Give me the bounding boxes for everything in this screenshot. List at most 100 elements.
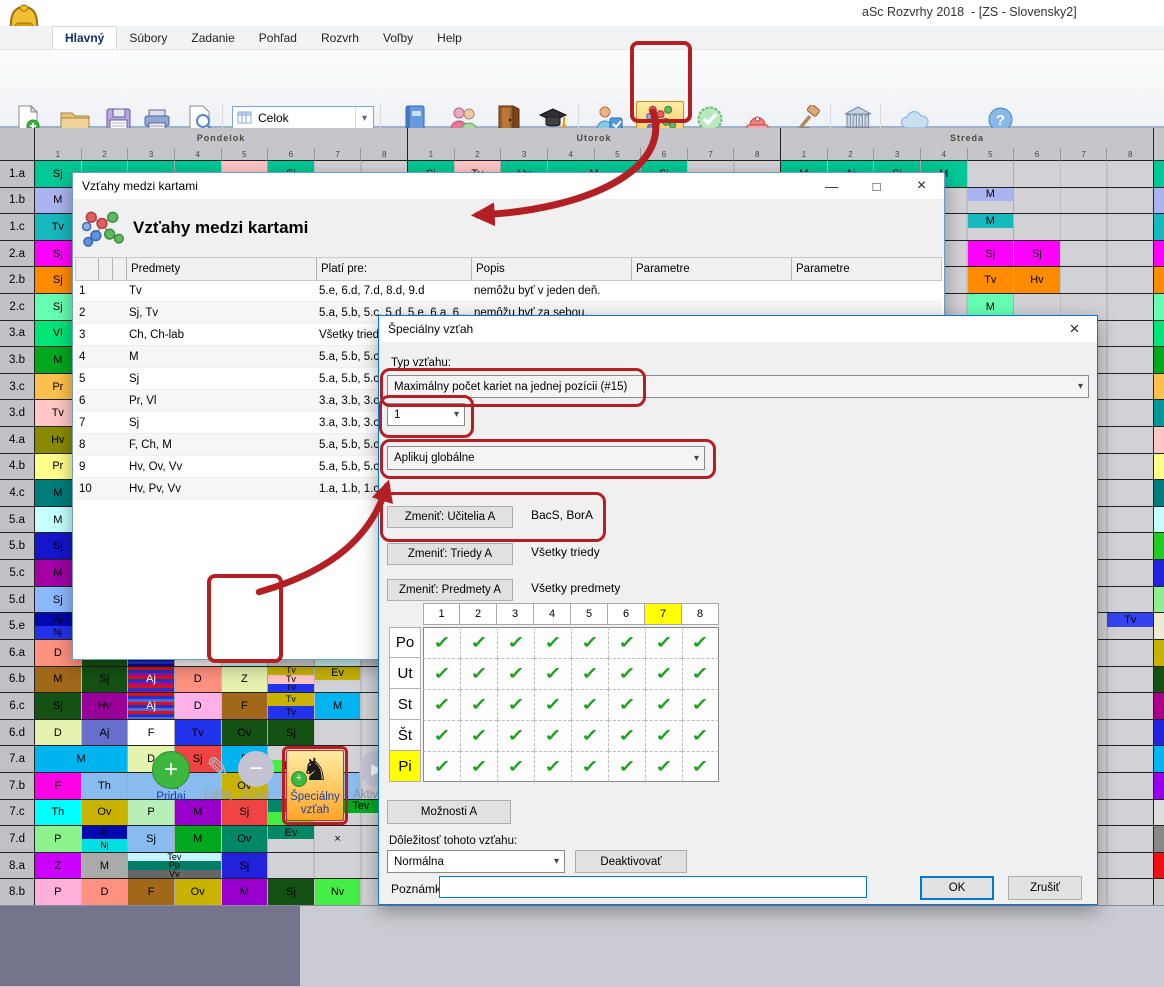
grid-check-cell[interactable]: ✓ xyxy=(460,658,497,689)
grid-check-cell[interactable]: ✓ xyxy=(571,751,608,782)
table-header-cell[interactable] xyxy=(76,258,98,280)
timetable-cell[interactable]: M xyxy=(222,879,268,905)
maximize-icon[interactable]: □ xyxy=(854,173,899,199)
timetable-subcell[interactable]: Tv xyxy=(268,706,314,719)
timetable-cell[interactable]: TevPpVv xyxy=(128,853,220,879)
grid-check-cell[interactable]: ✓ xyxy=(423,689,460,720)
timetable-cell[interactable] xyxy=(1154,533,1164,559)
timetable-cell[interactable]: Ov xyxy=(222,720,268,746)
grid-period-header[interactable]: 7 xyxy=(645,603,682,625)
grid-day-label[interactable]: Št xyxy=(389,720,421,751)
timetable-cell[interactable] xyxy=(1154,214,1164,240)
timetable-subcell[interactable]: Nj xyxy=(82,839,128,852)
table-header-cell[interactable]: Platí pre: xyxy=(316,258,471,280)
grid-check-cell[interactable]: ✓ xyxy=(682,658,719,689)
grid-check-cell[interactable]: ✓ xyxy=(571,689,608,720)
timetable-cell[interactable] xyxy=(1154,294,1164,320)
tab-zadanie[interactable]: Zadanie xyxy=(179,26,246,49)
grid-check-cell[interactable]: ✓ xyxy=(571,658,608,689)
timetable-cell[interactable] xyxy=(1154,879,1164,905)
count-dropdown[interactable]: 1 ▾ xyxy=(387,403,465,426)
timetable-cell[interactable] xyxy=(1154,241,1164,267)
timetable-cell[interactable]: Sj xyxy=(82,667,128,693)
timetable-subcell[interactable]: Tv xyxy=(268,684,314,693)
timetable-cell[interactable] xyxy=(1154,507,1164,533)
chevron-down-icon[interactable]: ▾ xyxy=(355,107,373,129)
relationship-type-dropdown[interactable]: Maximálny počet kariet na jednej pozícii… xyxy=(387,375,1089,398)
timetable-cell[interactable] xyxy=(1154,746,1164,772)
grid-check-cell[interactable]: ✓ xyxy=(423,720,460,751)
timetable-cell[interactable] xyxy=(1154,480,1164,506)
timetable-cell[interactable]: Ev xyxy=(268,826,314,839)
timetable-cell[interactable]: M xyxy=(35,746,127,772)
timetable-cell[interactable] xyxy=(1154,640,1164,666)
dialog-button-minus[interactable]: −Zmaž xyxy=(228,751,284,802)
grid-check-cell[interactable]: ✓ xyxy=(423,658,460,689)
grid-period-header[interactable]: 6 xyxy=(608,603,645,625)
timetable-cell[interactable]: Sj xyxy=(222,800,268,826)
grid-check-cell[interactable]: ✓ xyxy=(682,627,719,658)
timetable-cell[interactable]: F xyxy=(35,773,81,799)
grid-check-cell[interactable]: ✓ xyxy=(534,658,571,689)
timetable-cell[interactable]: Tv xyxy=(1107,613,1153,626)
grid-check-cell[interactable]: ✓ xyxy=(645,751,682,782)
timetable-cell[interactable]: Z xyxy=(35,853,81,879)
change-subjects-button[interactable]: Zmeniť: Predmety A xyxy=(387,579,513,601)
timetable-cell[interactable]: Z xyxy=(222,667,268,693)
grid-check-cell[interactable]: ✓ xyxy=(534,627,571,658)
timetable-cell[interactable]: M xyxy=(82,853,128,879)
grid-check-cell[interactable]: ✓ xyxy=(608,720,645,751)
timetable-cell[interactable]: D xyxy=(82,879,128,905)
grid-check-cell[interactable]: ✓ xyxy=(497,627,534,658)
grid-day-label[interactable]: Ut xyxy=(389,658,421,689)
timetable-cell[interactable]: Sj xyxy=(128,826,174,852)
grid-period-header[interactable]: 8 xyxy=(682,603,719,625)
grid-check-cell[interactable]: ✓ xyxy=(460,720,497,751)
timetable-subcell[interactable]: Tv xyxy=(268,675,314,684)
tab-rozvrh[interactable]: Rozvrh xyxy=(309,26,371,49)
timetable-cell[interactable]: Hv xyxy=(1014,267,1060,293)
grid-period-header[interactable]: 4 xyxy=(534,603,571,625)
grid-check-cell[interactable]: ✓ xyxy=(497,658,534,689)
ok-button[interactable]: OK xyxy=(920,876,994,900)
timetable-cell[interactable] xyxy=(1154,720,1164,746)
grid-check-cell[interactable]: ✓ xyxy=(608,751,645,782)
relationships-dialog-titlebar[interactable]: Vzťahy medzi kartami — □ × xyxy=(73,173,944,199)
timetable-cell[interactable] xyxy=(1154,667,1164,693)
note-input[interactable] xyxy=(439,876,867,898)
timetable-cell[interactable]: M xyxy=(175,826,221,852)
change-classes-button[interactable]: Zmeniť: Triedy A xyxy=(387,543,513,565)
grid-check-cell[interactable]: ✓ xyxy=(534,751,571,782)
timetable-cell[interactable]: TvTv xyxy=(268,693,314,719)
table-header-cell[interactable] xyxy=(112,258,126,280)
timetable-cell[interactable] xyxy=(1154,560,1164,586)
importance-dropdown[interactable]: Normálna ▾ xyxy=(387,850,565,873)
tab-pohad[interactable]: Pohľad xyxy=(247,26,309,49)
timetable-cell[interactable]: D xyxy=(175,667,221,693)
timetable-cell[interactable]: Ov xyxy=(222,826,268,852)
timetable-cell[interactable] xyxy=(1154,400,1164,426)
table-header-cell[interactable]: Parametre xyxy=(631,258,791,280)
table-header-cell[interactable]: Popis xyxy=(471,258,631,280)
dialog-button-knight[interactable]: ♞+Špeciálny vzťah xyxy=(286,750,344,821)
timetable-cell[interactable]: Th xyxy=(35,800,81,826)
timetable-subcell[interactable]: Tv xyxy=(268,693,314,706)
grid-check-cell[interactable]: ✓ xyxy=(534,689,571,720)
timetable-cell[interactable]: Aj xyxy=(128,667,174,693)
close-icon[interactable]: × xyxy=(1052,316,1097,342)
timetable-cell[interactable]: Tv xyxy=(968,267,1014,293)
change-teachers-button[interactable]: Zmeniť: Učitelia A xyxy=(387,506,513,528)
timetable-cell[interactable] xyxy=(1154,773,1164,799)
timetable-cell[interactable]: M xyxy=(35,667,81,693)
grid-period-header[interactable]: 1 xyxy=(423,603,460,625)
grid-check-cell[interactable]: ✓ xyxy=(460,751,497,782)
timetable-cell[interactable]: AjNj xyxy=(82,826,128,852)
timetable-cell[interactable] xyxy=(1154,188,1164,214)
timetable-subcell[interactable]: Aj xyxy=(82,826,128,839)
tab-help[interactable]: Help xyxy=(425,26,474,49)
timetable-subcell[interactable]: Pp xyxy=(128,861,220,870)
grid-check-cell[interactable]: ✓ xyxy=(460,627,497,658)
timetable-cell[interactable] xyxy=(1154,427,1164,453)
apply-scope-dropdown[interactable]: Aplikuj globálne ▾ xyxy=(387,446,705,470)
timetable-cell[interactable]: Hv xyxy=(82,693,128,719)
